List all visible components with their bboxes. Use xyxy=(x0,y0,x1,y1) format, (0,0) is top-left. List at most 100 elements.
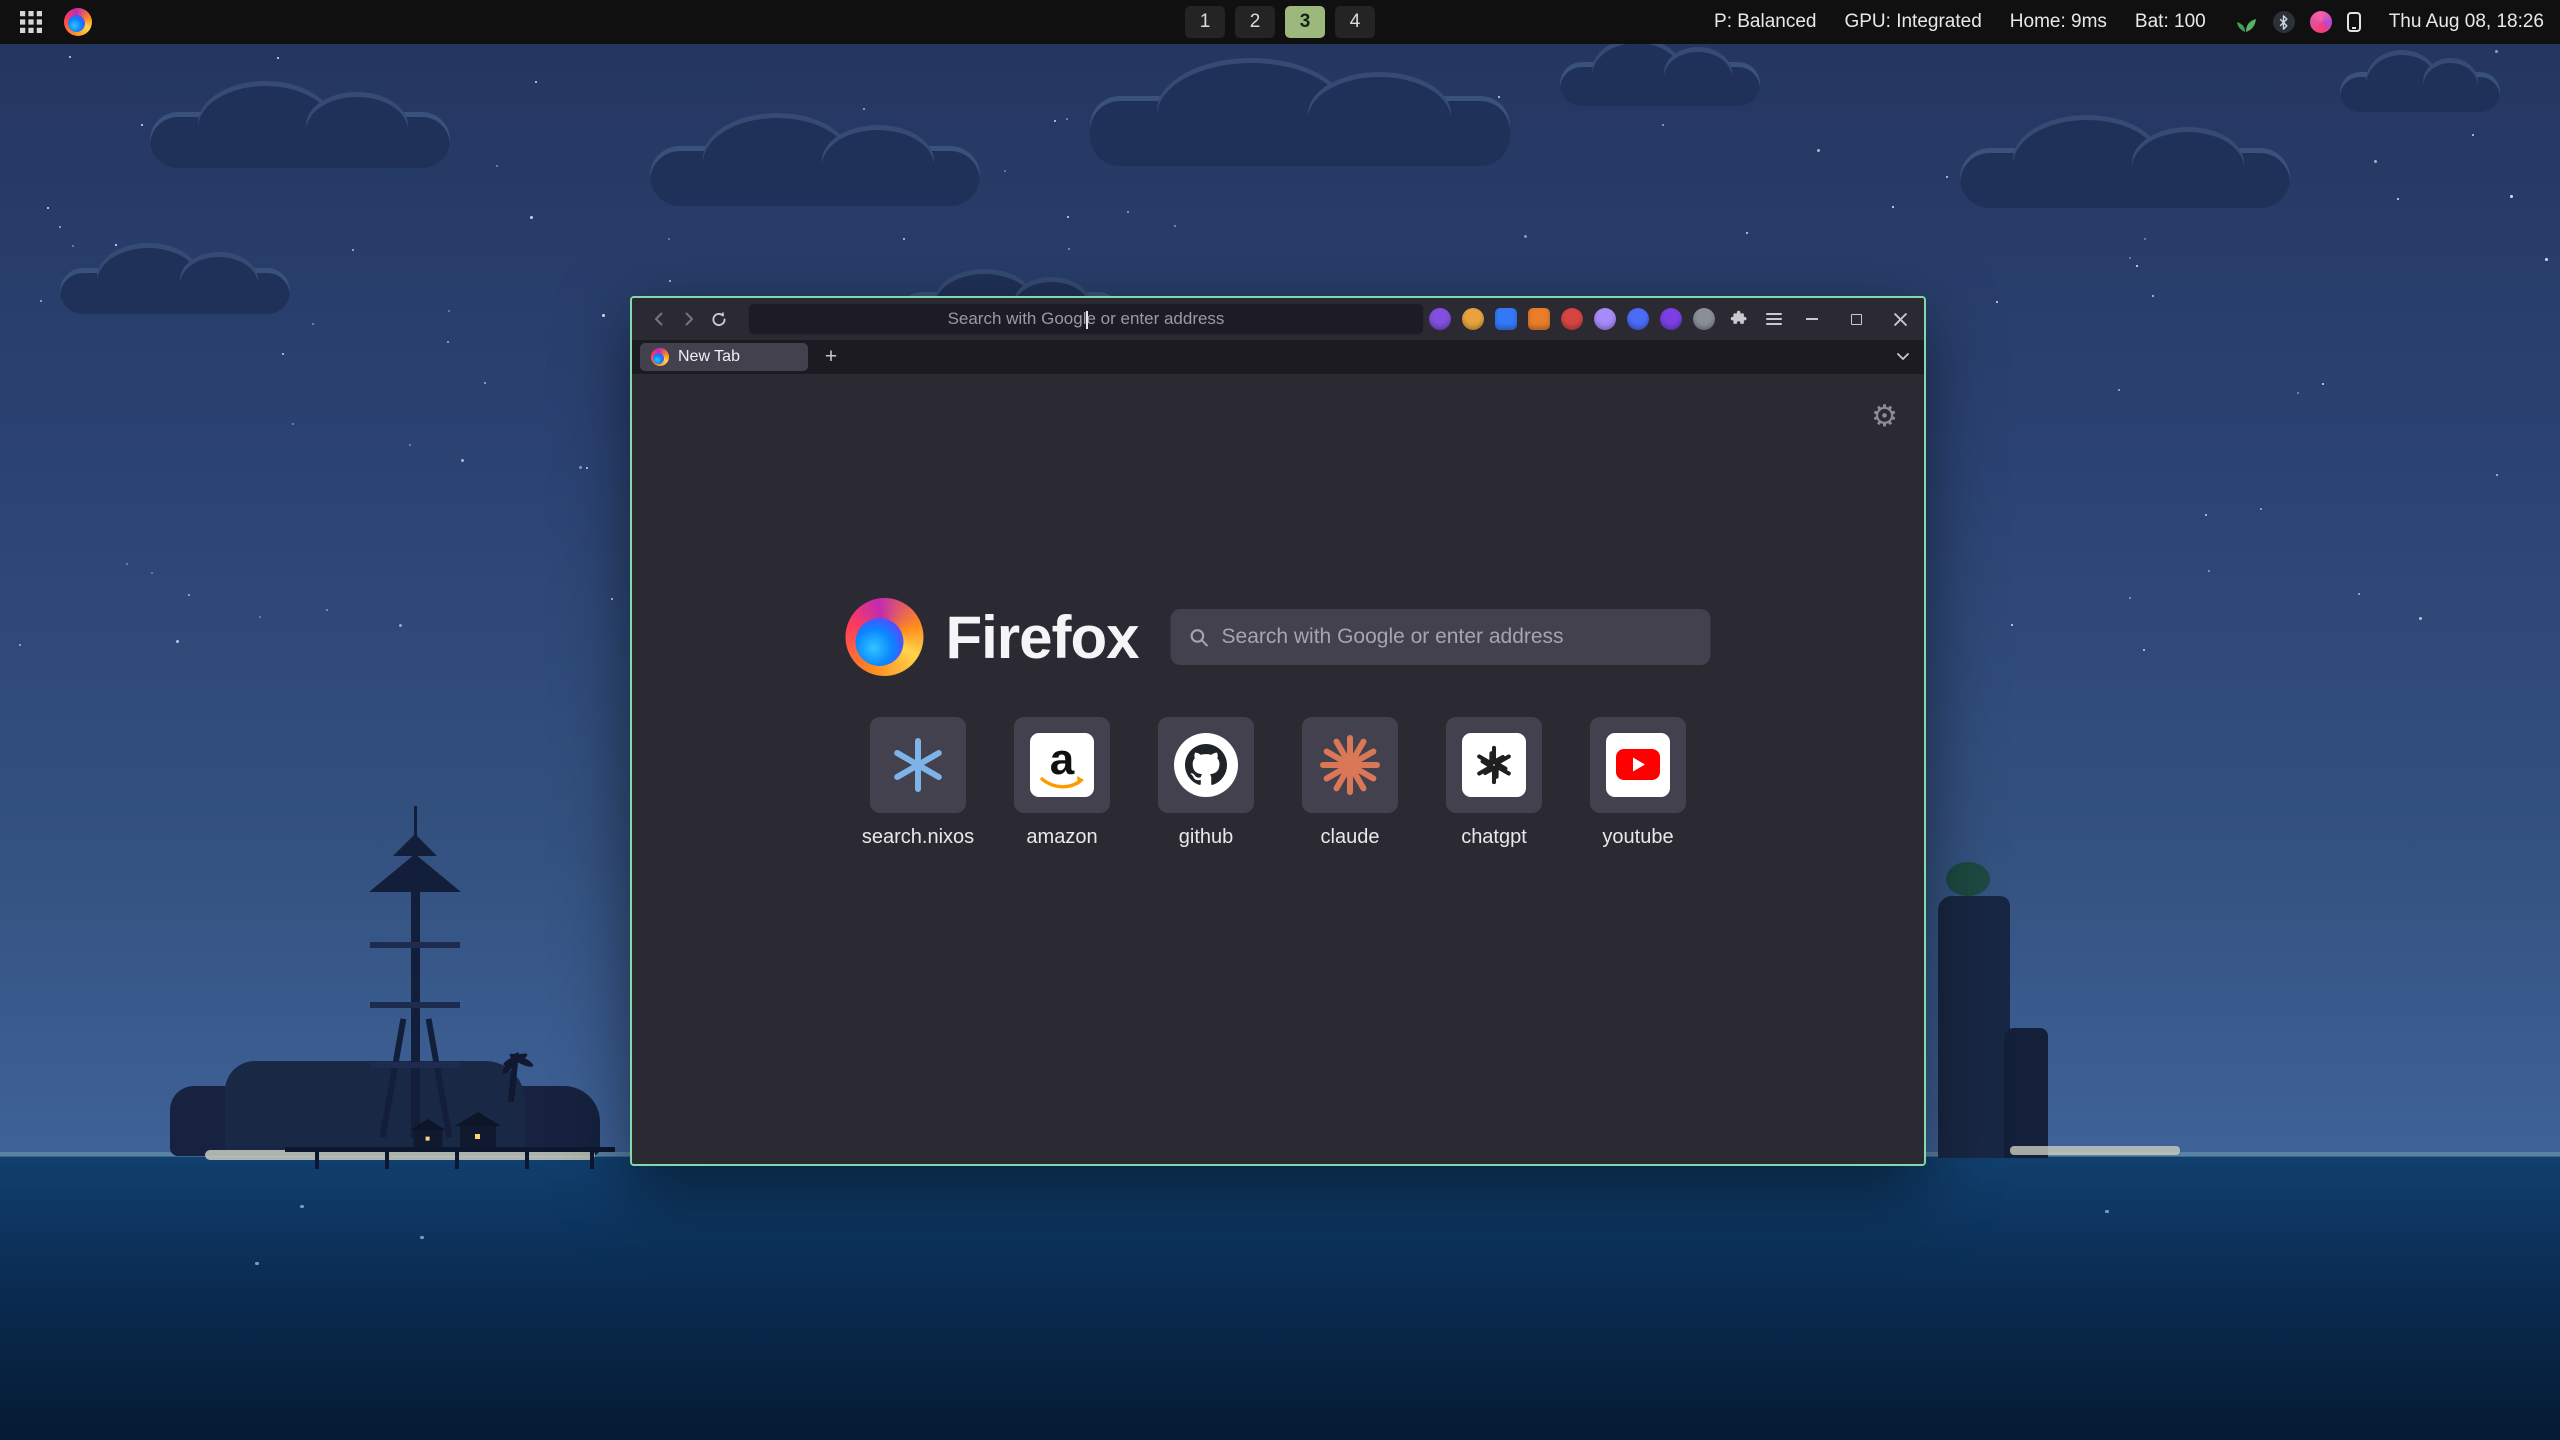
star xyxy=(2143,649,2145,651)
back-button[interactable] xyxy=(644,304,674,334)
tab-new-tab[interactable]: New Tab xyxy=(640,343,808,371)
shortcut-label: claude xyxy=(1321,826,1380,849)
minimize-button[interactable] xyxy=(1804,311,1820,327)
cloud xyxy=(1960,148,2290,208)
extension-violet-icon[interactable] xyxy=(1660,308,1682,330)
nixos-snowflake-icon xyxy=(891,738,945,792)
watchtower xyxy=(350,798,480,1138)
star xyxy=(2510,195,2513,198)
shortcut-label: youtube xyxy=(1602,826,1673,849)
reload-button[interactable] xyxy=(704,304,734,334)
extension-lavender-icon[interactable] xyxy=(1594,308,1616,330)
star xyxy=(669,280,671,282)
star xyxy=(2118,389,2120,391)
shortcut-chatgpt[interactable]: chatgpt xyxy=(1446,717,1542,849)
star xyxy=(2322,383,2324,385)
extension-purple-icon[interactable] xyxy=(1429,308,1451,330)
app-launcher-button[interactable] xyxy=(16,7,46,37)
workspace-1[interactable]: 1 xyxy=(1185,6,1225,38)
star xyxy=(2152,295,2154,297)
shortcut-tiles: search.nixos a amazon xyxy=(870,717,1686,849)
personalize-gear-icon[interactable]: ⚙ xyxy=(1871,402,1898,432)
star xyxy=(2297,392,2299,394)
extension-amber-icon[interactable] xyxy=(1462,308,1484,330)
newtab-search-input[interactable] xyxy=(1222,625,1693,649)
star xyxy=(326,609,328,611)
star xyxy=(2129,597,2131,599)
firefox-taskbar-icon[interactable] xyxy=(64,8,92,36)
claude-starburst-icon xyxy=(1320,735,1380,795)
url-bar[interactable] xyxy=(748,303,1424,335)
extension-orange-icon[interactable] xyxy=(1528,308,1550,330)
shortcut-youtube[interactable]: youtube xyxy=(1590,717,1686,849)
extension-red-icon[interactable] xyxy=(1561,308,1583,330)
star xyxy=(277,57,279,59)
star xyxy=(1498,96,1500,98)
browser-toolbar xyxy=(632,298,1924,340)
star xyxy=(535,81,537,83)
firefox-favicon xyxy=(651,348,669,366)
star xyxy=(1174,225,1176,227)
newtab-search-bar[interactable] xyxy=(1171,609,1711,665)
shortcut-amazon[interactable]: a amazon xyxy=(1014,717,1110,849)
star xyxy=(611,598,613,600)
menu-hamburger-icon[interactable] xyxy=(1764,309,1784,329)
extension-indigo-icon[interactable] xyxy=(1627,308,1649,330)
star xyxy=(903,238,905,240)
leaf-icon[interactable] xyxy=(2234,10,2258,34)
bluetooth-icon[interactable] xyxy=(2273,11,2295,33)
star xyxy=(1068,248,1070,250)
star xyxy=(151,572,153,574)
star xyxy=(2260,508,2262,510)
workspace-2[interactable]: 2 xyxy=(1235,6,1275,38)
shortcut-label: amazon xyxy=(1026,826,1097,849)
star xyxy=(2144,238,2146,240)
star xyxy=(2129,257,2131,259)
amazon-icon: a xyxy=(1030,733,1094,797)
star xyxy=(1946,176,1948,178)
clock: Thu Aug 08, 18:26 xyxy=(2389,11,2544,33)
forward-button[interactable] xyxy=(674,304,704,334)
star xyxy=(2419,617,2422,620)
star xyxy=(282,353,284,355)
close-button[interactable] xyxy=(1892,311,1908,327)
maximize-button[interactable] xyxy=(1848,311,1864,327)
star xyxy=(530,216,533,219)
color-wheel-icon[interactable] xyxy=(2310,11,2332,33)
cloud xyxy=(60,268,290,314)
shortcut-search-nixos[interactable]: search.nixos xyxy=(870,717,966,849)
star xyxy=(1066,118,1068,120)
star xyxy=(1996,301,1998,303)
extension-blue-icon[interactable] xyxy=(1495,308,1517,330)
list-all-tabs-button[interactable] xyxy=(1894,347,1912,370)
phone-icon[interactable] xyxy=(2347,12,2361,32)
cloud xyxy=(150,112,450,168)
minimize-icon xyxy=(1806,318,1818,320)
background-rock xyxy=(1938,878,2068,1158)
hut xyxy=(460,1126,496,1148)
workspace-switcher: 1 2 3 4 xyxy=(1185,6,1375,38)
reload-icon xyxy=(710,310,729,329)
star xyxy=(2495,50,2498,53)
workspace-4[interactable]: 4 xyxy=(1335,6,1375,38)
latency-status: Home: 9ms xyxy=(2010,11,2107,33)
star xyxy=(668,238,670,240)
star xyxy=(2011,624,2013,626)
workspace-3[interactable]: 3 xyxy=(1285,6,1325,38)
shortcut-claude[interactable]: claude xyxy=(1302,717,1398,849)
star xyxy=(1004,170,1006,172)
star xyxy=(399,624,402,627)
new-tab-page: ⚙ Firefox search.nixos xyxy=(632,374,1924,1164)
gpu-status: GPU: Integrated xyxy=(1844,11,1981,33)
cloud xyxy=(1090,96,1510,166)
tab-strip: New Tab + xyxy=(632,340,1924,374)
extensions-puzzle-icon[interactable] xyxy=(1729,309,1750,330)
extension-gray-icon[interactable] xyxy=(1693,308,1715,330)
battery-status: Bat: 100 xyxy=(2135,11,2206,33)
shortcut-github[interactable]: github xyxy=(1158,717,1254,849)
new-tab-button[interactable]: + xyxy=(818,344,844,370)
star xyxy=(69,56,71,58)
star xyxy=(2136,265,2138,267)
star xyxy=(1067,216,1069,218)
star xyxy=(1054,120,1056,122)
